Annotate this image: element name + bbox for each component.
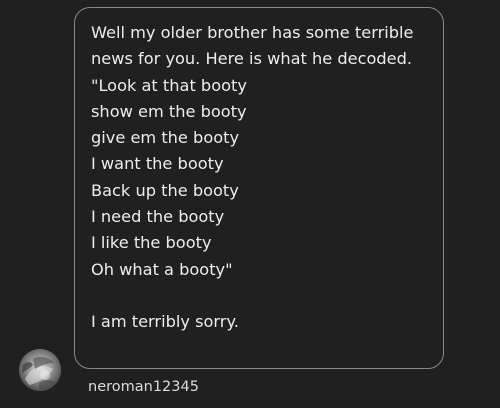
message-line-blank (91, 283, 443, 309)
message-bubble[interactable]: Well my older brother has some terrible … (74, 7, 444, 369)
message-line: news for you. Here is what he decoded. (91, 49, 413, 69)
message-line: Back up the booty (91, 180, 239, 200)
message-line: show em the booty (91, 101, 247, 121)
message-line: give em the booty (91, 128, 240, 148)
message-line: "Look at that booty (91, 75, 247, 95)
message-line: I want the booty (91, 154, 224, 174)
message-line: Well my older brother has some terrible (91, 23, 414, 42)
sender-username[interactable]: neroman12345 (88, 378, 199, 396)
message-line: I need the booty (91, 207, 225, 227)
user-avatar-icon[interactable] (19, 349, 61, 391)
message-line: I like the booty (91, 233, 212, 253)
chat-thread: Well my older brother has some terrible … (0, 0, 500, 408)
message-line: Oh what a booty" (91, 259, 233, 279)
message-line: I am terribly sorry. (91, 312, 239, 332)
